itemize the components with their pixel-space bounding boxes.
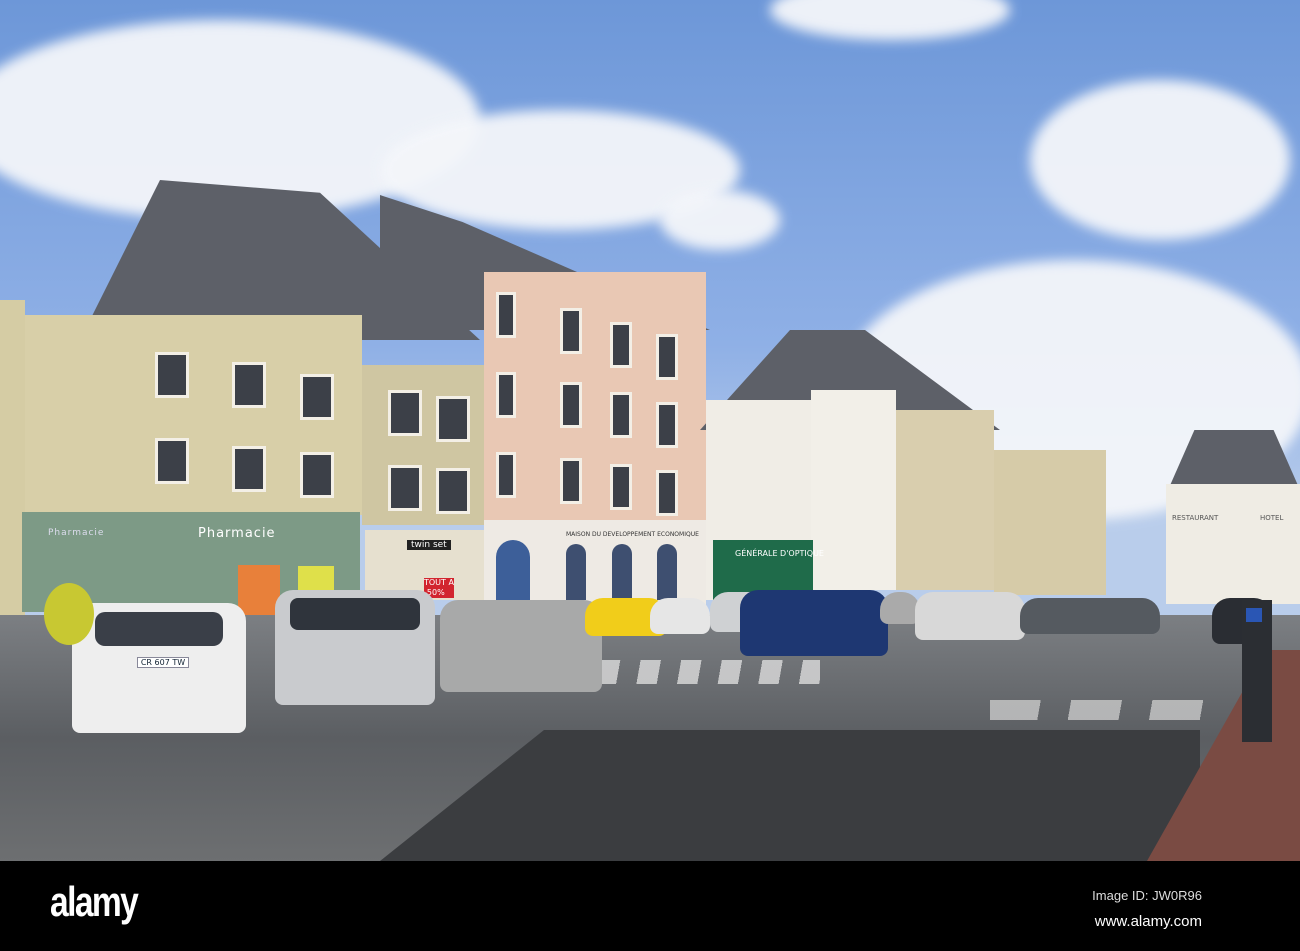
hotel-building [1166, 484, 1300, 604]
car-rear-window [290, 598, 420, 630]
window [656, 402, 678, 448]
window [388, 465, 422, 511]
alamy-logo: alamy [50, 878, 139, 925]
alamy-url: www.alamy.com [1094, 913, 1202, 930]
window [496, 292, 516, 338]
image-id: Image ID: JW0R96 [1092, 888, 1202, 903]
cloud [660, 190, 780, 250]
orange-poster [238, 565, 280, 615]
window [388, 390, 422, 436]
yellow-shrub [44, 583, 94, 645]
watermark-bar [0, 861, 1300, 951]
white-suv [915, 592, 1025, 640]
building [994, 450, 1106, 595]
window [610, 392, 632, 438]
car [880, 592, 920, 624]
twinset-sign: twin set [407, 540, 451, 550]
window [155, 438, 189, 484]
pharmacy-side-sign: Pharmacie [48, 528, 105, 538]
car-row [1020, 598, 1160, 634]
arched-window [657, 544, 677, 600]
window [560, 308, 582, 354]
window [496, 372, 516, 418]
crosswalk [600, 660, 820, 684]
hotel-sign: HOTEL [1260, 514, 1284, 522]
building [896, 410, 994, 590]
window [610, 322, 632, 368]
crosswalk [990, 700, 1210, 720]
street-photo: Pharmacie Pharmacie twin set TOUT A -50%… [0, 0, 1300, 861]
window [656, 334, 678, 380]
arched-window [612, 544, 632, 600]
window [436, 396, 470, 442]
parking-icon [1246, 608, 1262, 622]
window [496, 452, 516, 498]
window [155, 352, 189, 398]
window [560, 458, 582, 504]
car-rear-window [95, 612, 223, 646]
arched-window [566, 544, 586, 600]
building [811, 390, 896, 590]
cloud [770, 0, 1010, 40]
window [300, 452, 334, 498]
blue-car [740, 590, 888, 656]
blue-door [496, 540, 530, 600]
window [560, 382, 582, 428]
car [650, 598, 710, 634]
cloud [1030, 80, 1290, 240]
window [436, 468, 470, 514]
grey-wagon [440, 600, 602, 692]
pharmacy-sign: Pharmacie [198, 526, 276, 541]
restaurant-sign: RESTAURANT [1172, 514, 1219, 522]
maison-sign: MAISON DU DEVELOPPEMENT ECONOMIQUE [566, 531, 699, 538]
window [610, 464, 632, 510]
window [656, 470, 678, 516]
window [232, 446, 266, 492]
window [300, 374, 334, 420]
license-plate: CR 607 TW [137, 657, 189, 668]
optique-sign: GÉNÉRALE D'OPTIQUE [735, 549, 824, 558]
window [232, 362, 266, 408]
